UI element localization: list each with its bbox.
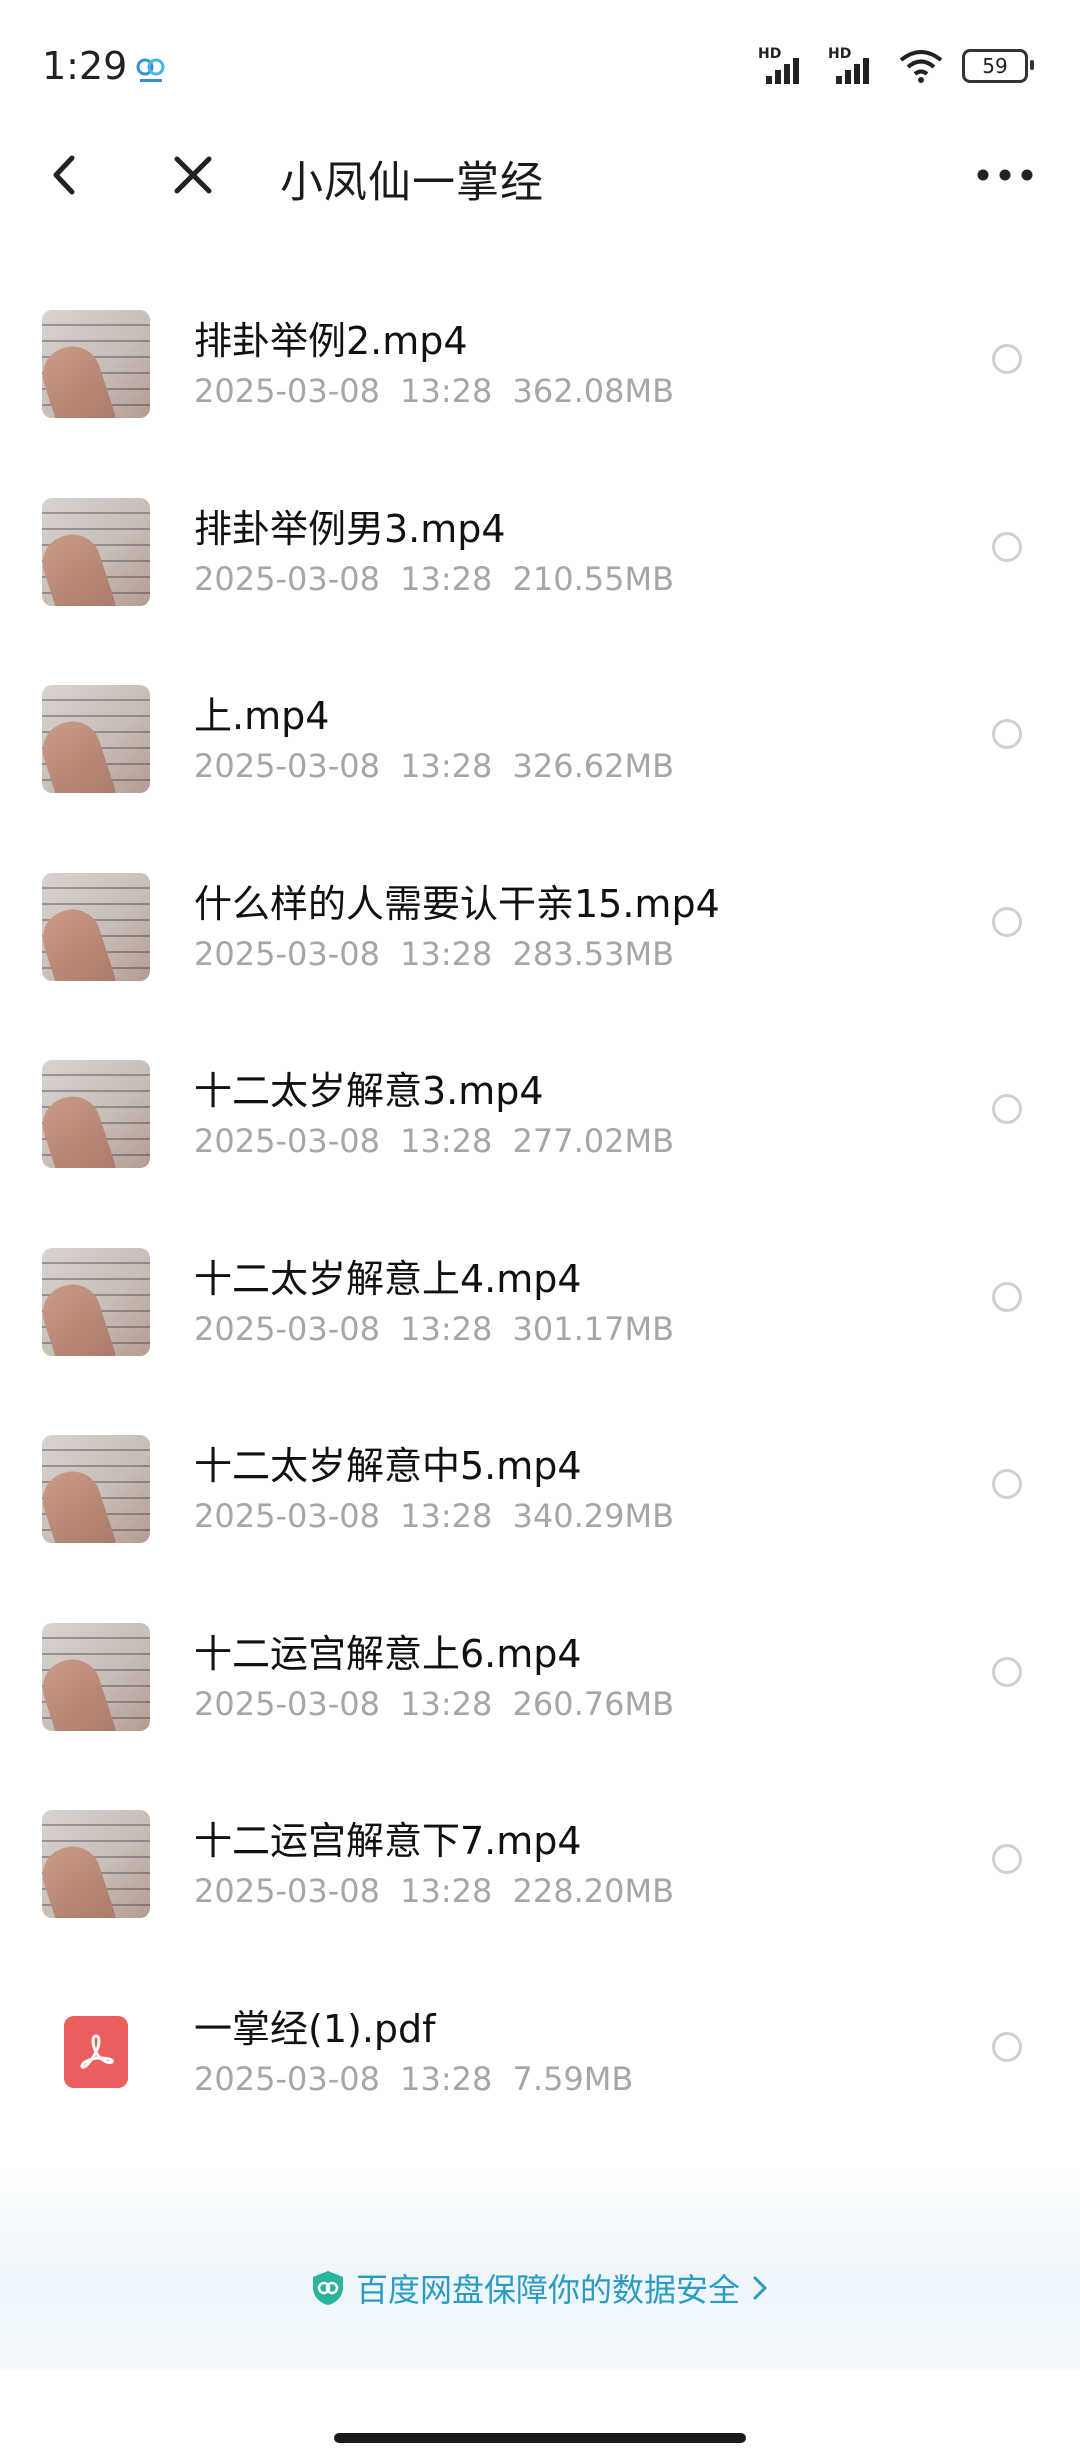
file-name: 上.mp4: [194, 694, 330, 738]
list-item[interactable]: 什么样的人需要认干亲15.mp4 2025-03-08 13:28 283.53M…: [0, 853, 1080, 1041]
file-time: 13:28: [400, 1122, 493, 1160]
file-name: 十二运宫解意上6.mp4: [194, 1631, 582, 1676]
cloud-app-icon: [136, 58, 165, 82]
video-thumbnail: [42, 310, 150, 418]
list-item[interactable]: 十二太岁解意3.mp4 2025-03-08 13:28 277.02MB: [0, 1040, 1080, 1228]
file-date: 2025-03-08: [194, 2059, 380, 2098]
file-name: 十二太岁解意中5.mp4: [194, 1444, 582, 1488]
list-item[interactable]: 十二太岁解意上4.mp4 2025-03-08 13:28 301.17MB: [0, 1228, 1080, 1416]
list-item[interactable]: 一掌经(1).pdf 2025-03-08 13:28 7.59MB: [0, 1978, 1080, 2166]
file-name: 十二太岁解意上4.mp4: [194, 1256, 582, 1301]
file-list: 排卦举例2.mp4 2025-03-08 13:28 362.08MB 排卦举例男3…: [0, 290, 1080, 2165]
video-thumbnail: [42, 1810, 150, 1918]
file-date: 2025-03-08: [194, 1497, 380, 1535]
file-date: 2025-03-08: [194, 1684, 380, 1723]
chevron-right-icon: [753, 2276, 768, 2300]
file-size: 260.76MB: [512, 1684, 675, 1723]
file-date: 2025-03-08: [194, 372, 380, 410]
file-date: 2025-03-08: [194, 1872, 380, 1910]
file-size: 340.29MB: [512, 1497, 675, 1535]
select-radio[interactable]: [992, 1844, 1022, 1874]
back-icon[interactable]: [40, 148, 90, 202]
status-bar: 1:29 HD HD 59: [0, 0, 1080, 140]
file-date: 2025-03-08: [194, 747, 380, 785]
file-meta: 2025-03-08 13:28 7.59MB: [194, 2060, 633, 2098]
file-date: 2025-03-08: [194, 1309, 380, 1348]
file-time: 13:28: [400, 1497, 493, 1535]
file-name: 排卦举例2.mp4: [194, 319, 468, 363]
file-time: 13:28: [400, 934, 493, 973]
file-name: 十二太岁解意3.mp4: [194, 1069, 544, 1113]
wifi-icon: [899, 50, 943, 83]
file-size: 326.62MB: [512, 747, 675, 785]
video-thumbnail: [42, 1247, 150, 1356]
status-indicators: HD HD 59: [758, 46, 1034, 86]
battery-icon: 59: [962, 49, 1034, 83]
file-meta: 2025-03-08 13:28 228.20MB: [194, 1872, 674, 1910]
signal-icon: HD: [758, 46, 810, 84]
file-size: 210.55MB: [512, 559, 675, 598]
select-radio[interactable]: [992, 2031, 1022, 2062]
close-icon[interactable]: [165, 148, 221, 202]
select-radio[interactable]: [992, 1094, 1022, 1124]
list-item[interactable]: 十二运宫解意下7.mp4 2025-03-08 13:28 228.20MB: [0, 1790, 1080, 1978]
file-meta: 2025-03-08 13:28 301.17MB: [194, 1310, 674, 1348]
file-name: 十二运宫解意下7.mp4: [194, 1819, 582, 1863]
home-indicator[interactable]: [334, 2433, 746, 2443]
select-radio[interactable]: [992, 1281, 1022, 1312]
nav-bar: 小凤仙一掌经: [0, 120, 1080, 230]
select-radio[interactable]: [992, 906, 1022, 937]
page-title: 小凤仙一掌经: [280, 158, 544, 208]
shield-icon: [312, 2271, 343, 2305]
file-size: 228.20MB: [512, 1872, 675, 1910]
file-size: 301.17MB: [512, 1309, 675, 1348]
video-thumbnail: [42, 497, 150, 606]
file-time: 13:28: [400, 372, 493, 410]
pdf-file-icon: [42, 1998, 150, 2106]
list-item[interactable]: 上.mp4 2025-03-08 13:28 326.62MB: [0, 665, 1080, 853]
video-thumbnail: [42, 872, 150, 981]
select-radio[interactable]: [992, 531, 1022, 562]
video-thumbnail: [42, 1435, 150, 1543]
video-thumbnail: [42, 1060, 150, 1168]
file-meta: 2025-03-08 13:28 283.53MB: [194, 935, 674, 973]
file-size: 283.53MB: [512, 934, 675, 973]
security-text: 百度网盘保障你的数据安全: [355, 2271, 740, 2309]
signal-icon: HD: [828, 46, 880, 84]
video-thumbnail: [42, 1622, 150, 1731]
select-radio[interactable]: [992, 344, 1022, 374]
select-radio[interactable]: [992, 719, 1022, 749]
file-time: 13:28: [400, 1872, 493, 1910]
file-time: 13:28: [400, 2059, 493, 2098]
file-time: 13:28: [400, 747, 493, 785]
video-thumbnail: [42, 685, 150, 793]
file-name: 一掌经(1).pdf: [194, 2006, 436, 2051]
file-meta: 2025-03-08 13:28 340.29MB: [194, 1497, 674, 1535]
list-item[interactable]: 十二太岁解意中5.mp4 2025-03-08 13:28 340.29MB: [0, 1415, 1080, 1603]
file-date: 2025-03-08: [194, 559, 380, 598]
file-size: 362.08MB: [512, 372, 675, 410]
list-item[interactable]: 排卦举例男3.mp4 2025-03-08 13:28 210.55MB: [0, 478, 1080, 666]
list-item[interactable]: 十二运宫解意上6.mp4 2025-03-08 13:28 260.76MB: [0, 1603, 1080, 1791]
more-icon[interactable]: [970, 150, 1040, 200]
file-date: 2025-03-08: [194, 934, 380, 973]
file-date: 2025-03-08: [194, 1122, 380, 1160]
file-size: 277.02MB: [512, 1122, 675, 1160]
file-size: 7.59MB: [512, 2059, 634, 2098]
file-name: 排卦举例男3.mp4: [194, 506, 506, 551]
file-meta: 2025-03-08 13:28 210.55MB: [194, 560, 674, 598]
security-link[interactable]: 百度网盘保障你的数据安全: [0, 2265, 1080, 2311]
select-radio[interactable]: [992, 1469, 1022, 1499]
file-meta: 2025-03-08 13:28 277.02MB: [194, 1122, 674, 1160]
file-meta: 2025-03-08 13:28 362.08MB: [194, 372, 674, 410]
file-meta: 2025-03-08 13:28 326.62MB: [194, 747, 674, 785]
status-time: 1:29: [42, 44, 128, 88]
file-time: 13:28: [400, 559, 493, 598]
file-name: 什么样的人需要认干亲15.mp4: [194, 881, 720, 926]
file-time: 13:28: [400, 1684, 493, 1723]
file-time: 13:28: [400, 1309, 493, 1348]
list-item[interactable]: 排卦举例2.mp4 2025-03-08 13:28 362.08MB: [0, 290, 1080, 478]
select-radio[interactable]: [992, 1656, 1022, 1687]
file-meta: 2025-03-08 13:28 260.76MB: [194, 1685, 674, 1723]
